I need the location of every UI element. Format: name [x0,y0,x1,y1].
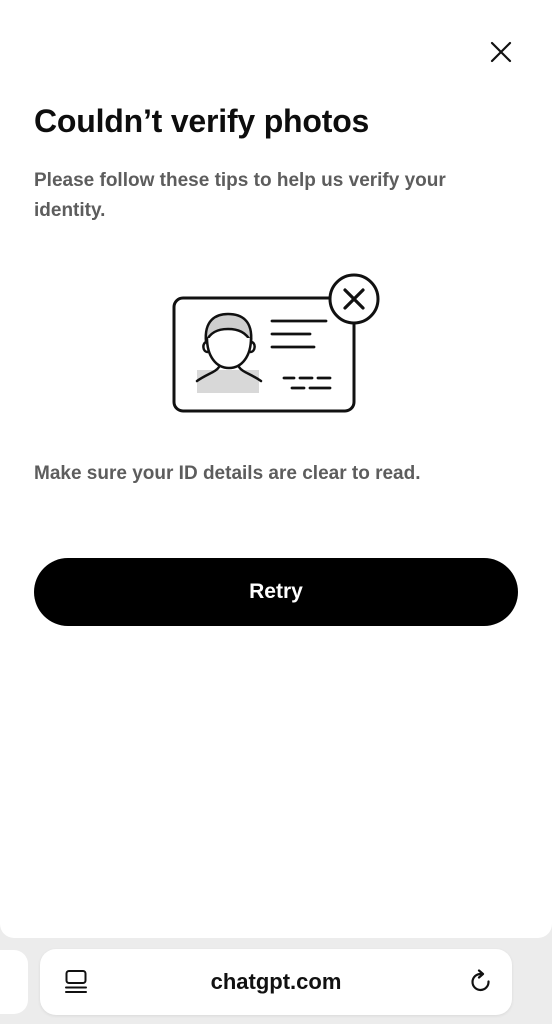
verification-dialog: Couldn’t verify photos Please follow the… [0,0,552,938]
tab-overview-icon [65,970,87,993]
reload-button[interactable] [465,966,497,998]
retry-button[interactable]: Retry [34,558,518,626]
url-text[interactable]: chatgpt.com [120,949,432,1015]
dialog-title: Couldn’t verify photos [34,103,370,139]
close-button[interactable] [482,33,520,71]
id-card-error-illustration [172,273,380,413]
dialog-subtitle: Please follow these tips to help us veri… [34,170,446,221]
browser-address-bar[interactable]: chatgpt.com [40,949,512,1015]
tab-overview-button[interactable] [62,968,90,996]
reload-icon [471,969,490,992]
previous-tab-peek[interactable] [0,950,28,1014]
close-icon [490,41,512,63]
verification-tip: Make sure your ID details are clear to r… [34,463,421,484]
